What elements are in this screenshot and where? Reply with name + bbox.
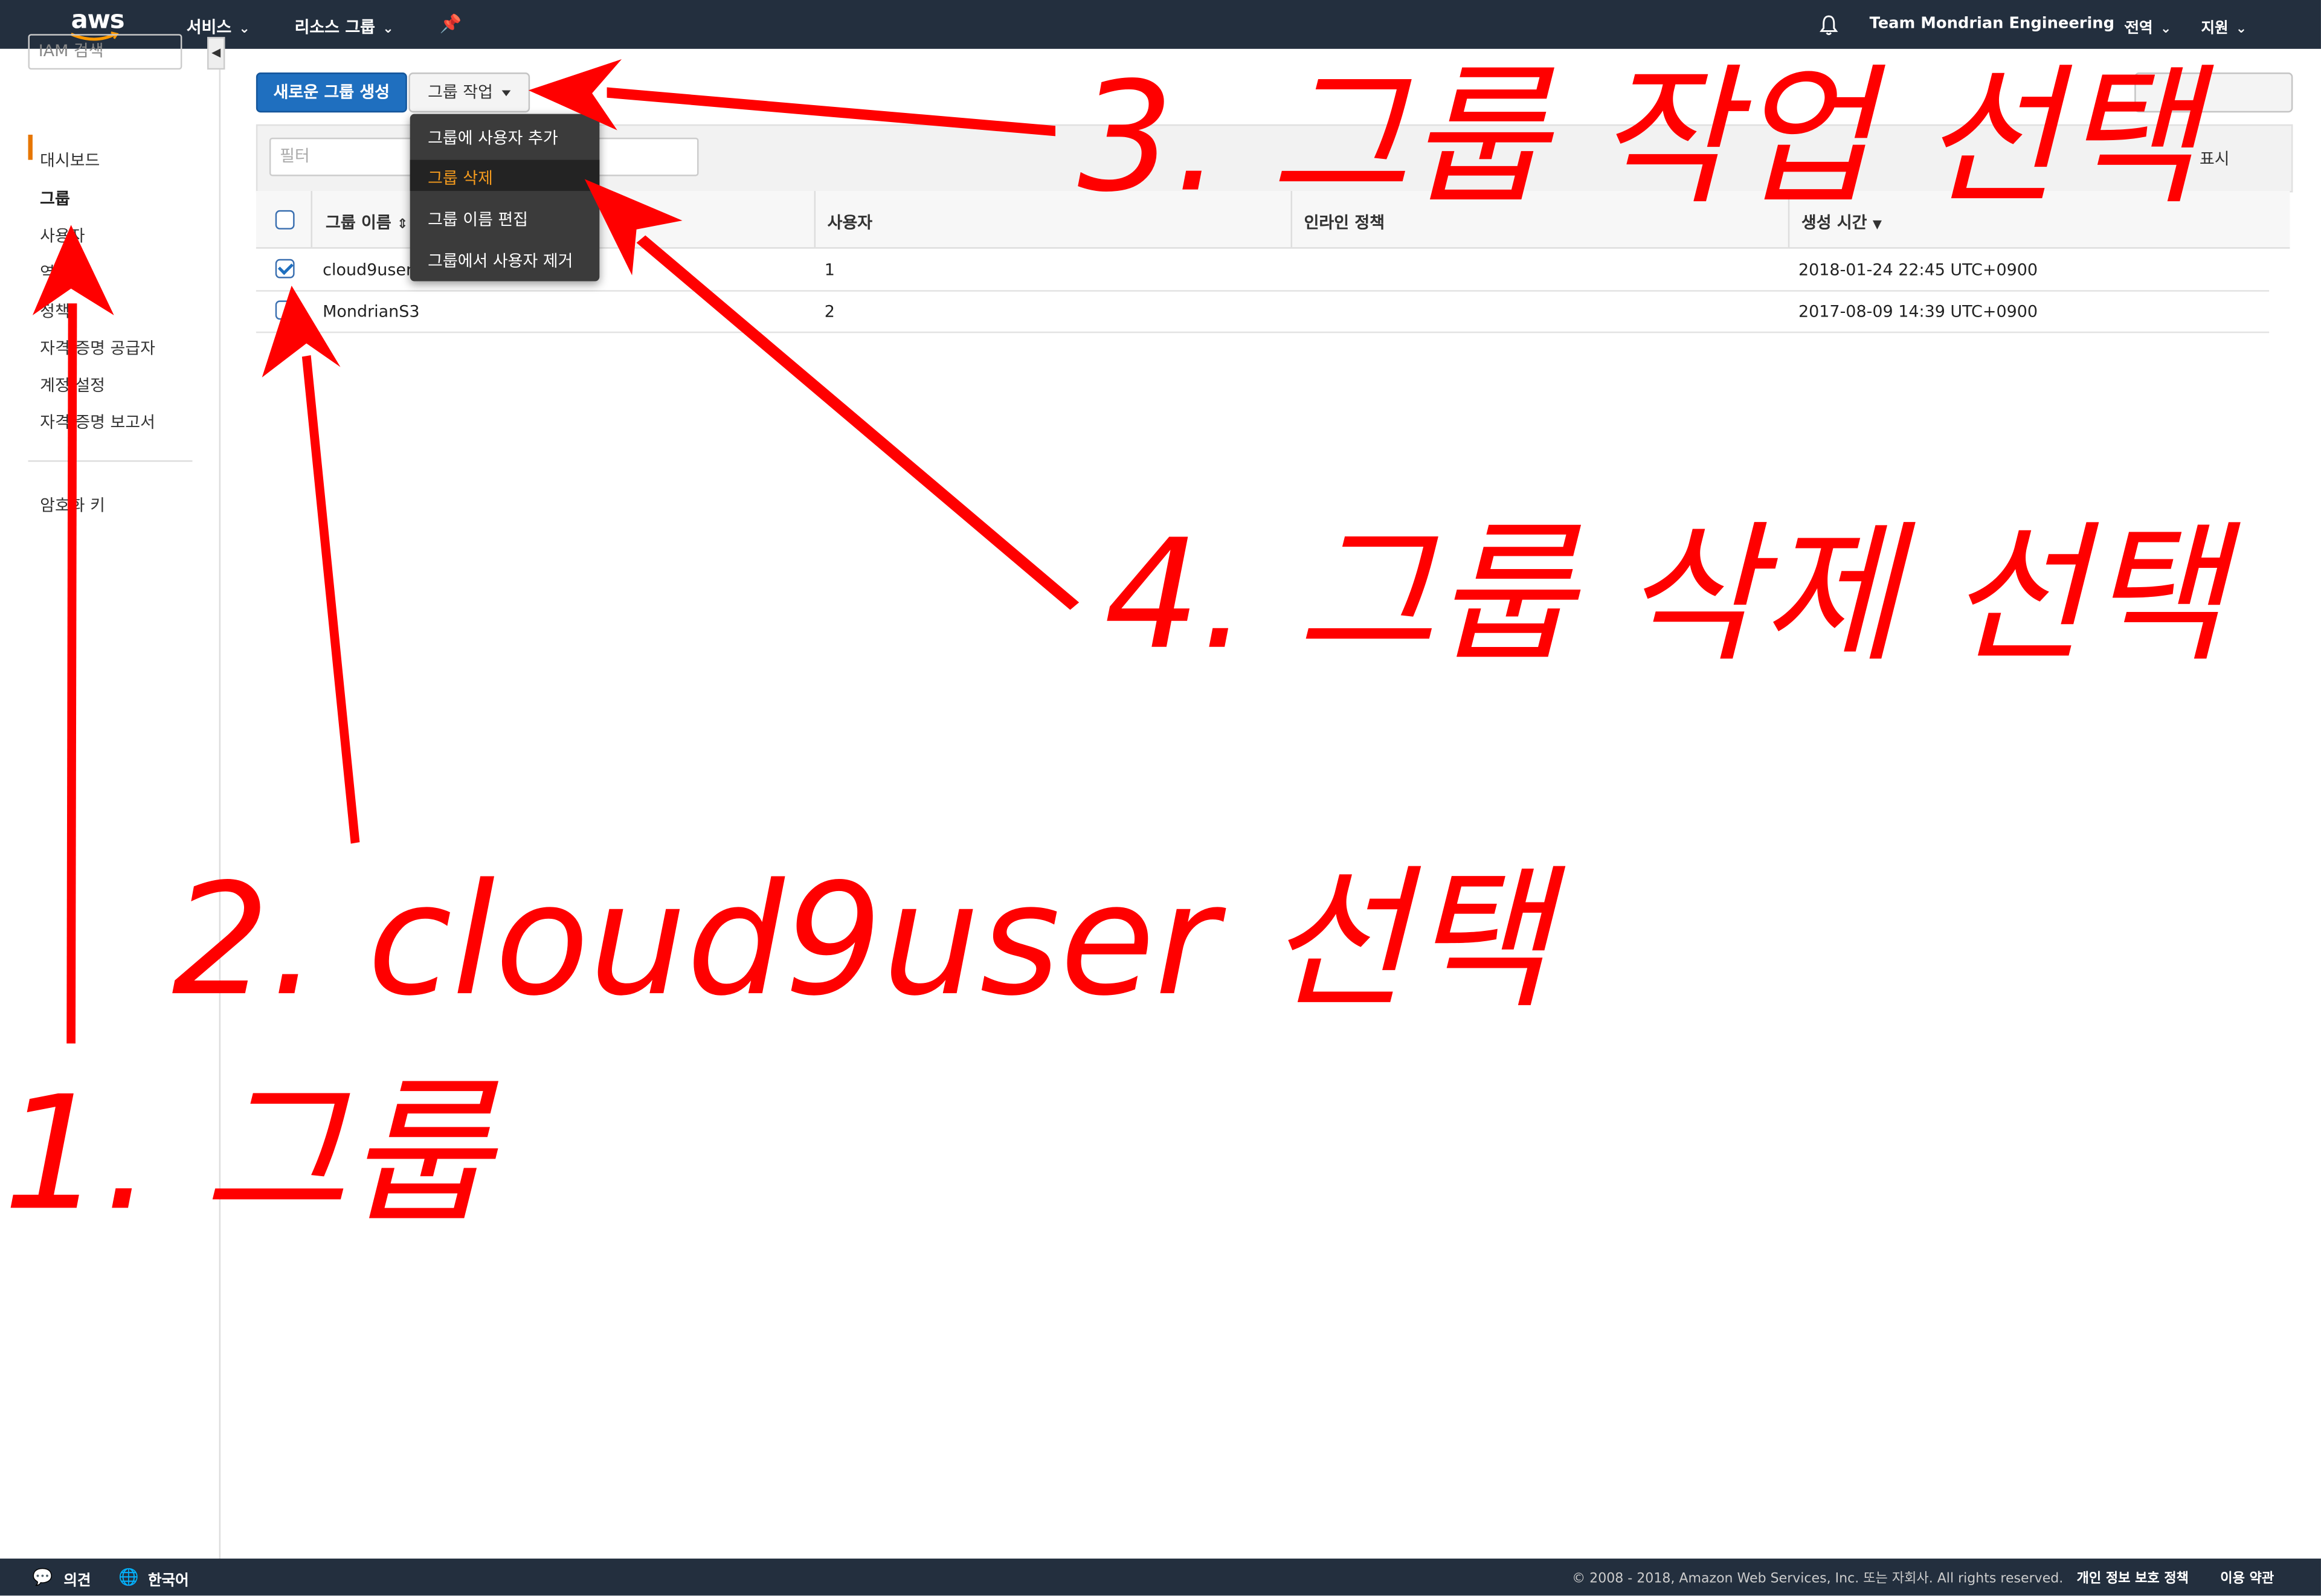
arrow-1-shaft bbox=[66, 303, 77, 1044]
annotation-step3: 3. 그룹 작업 선택 bbox=[1077, 50, 2200, 227]
annotation-arrows bbox=[32, 59, 1080, 1044]
annotation-step1: 1. 그룹 bbox=[2, 1063, 492, 1245]
arrow-1-head bbox=[32, 225, 114, 315]
arrow-2-head bbox=[262, 285, 341, 378]
annotation-step4: 4. 그룹 삭제 선택 bbox=[1104, 507, 2226, 684]
arrow-4-shaft bbox=[636, 235, 1080, 610]
arrow-3-shaft bbox=[607, 87, 1055, 137]
annotation-step2: 2. cloud9user 선택 bbox=[172, 849, 1551, 1031]
arrow-2-shaft bbox=[301, 355, 360, 844]
